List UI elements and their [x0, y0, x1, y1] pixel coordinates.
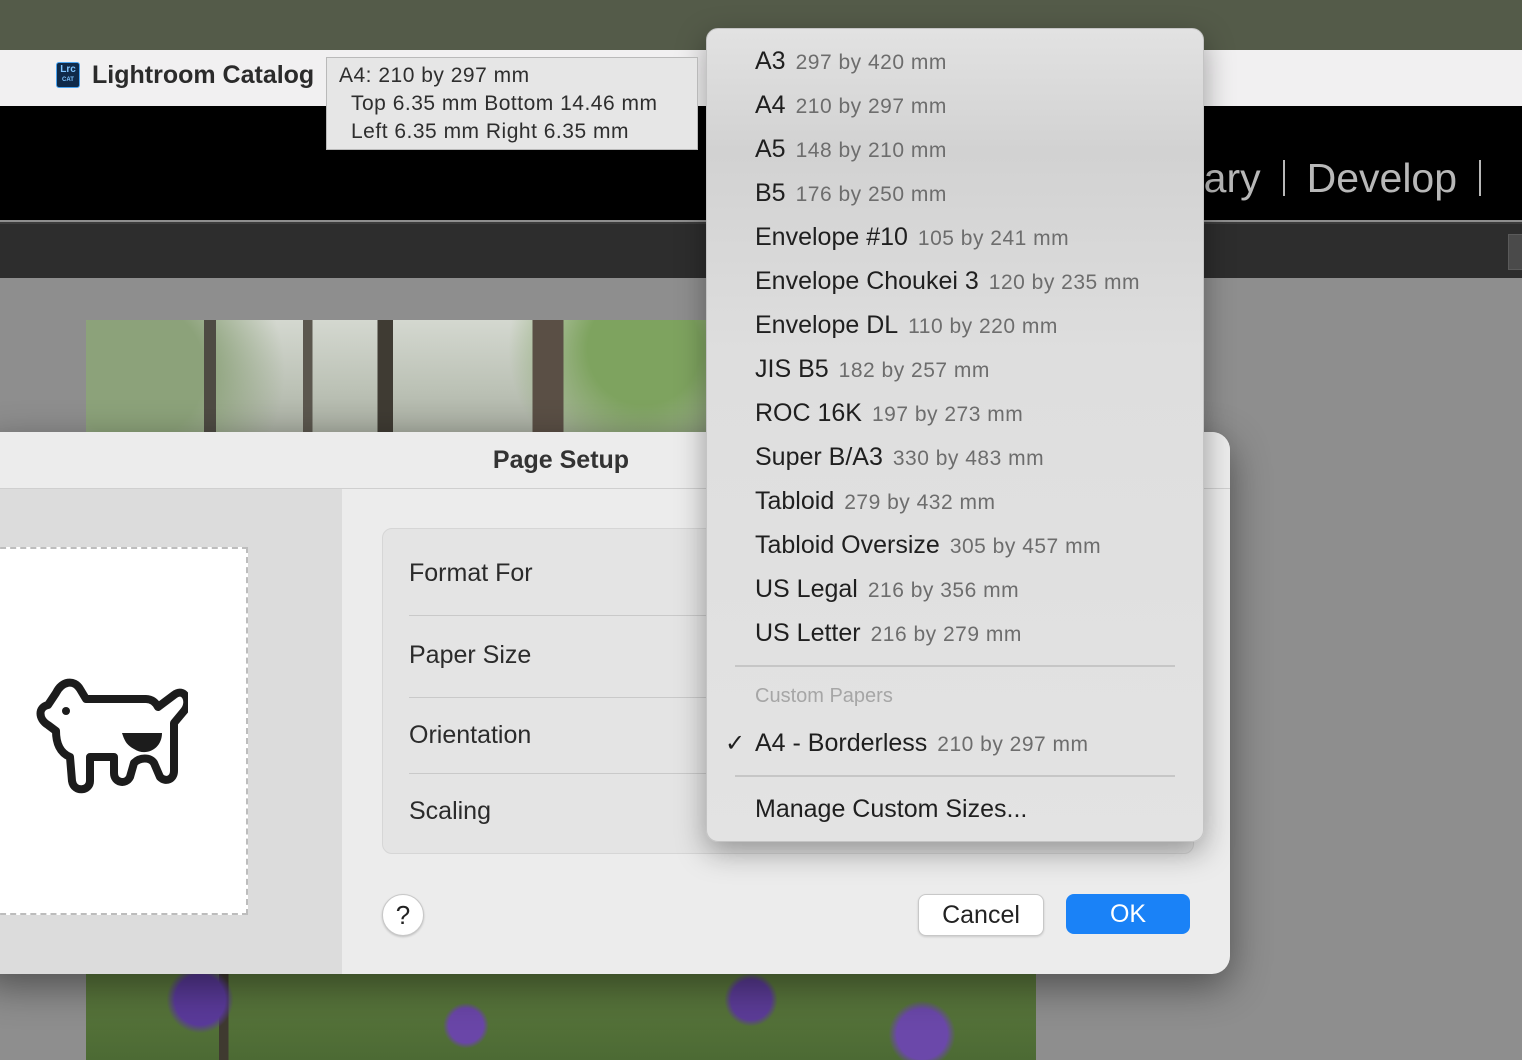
- menu-item-b5[interactable]: B5 176 by 250 mm: [755, 179, 947, 208]
- dogcow-icon: [36, 678, 188, 794]
- page-preview: [0, 547, 248, 915]
- manage-custom-sizes-item[interactable]: Manage Custom Sizes...: [755, 795, 1027, 824]
- page-preview-pane: [0, 489, 342, 974]
- photo-forest: [86, 320, 706, 434]
- divider: [409, 615, 709, 616]
- menu-item-roc-16k[interactable]: ROC 16K 197 by 273 mm: [755, 399, 1023, 428]
- menu-item-us-legal[interactable]: US Legal 216 by 356 mm: [755, 575, 1019, 604]
- module-separator: [1282, 160, 1285, 196]
- ok-button[interactable]: OK: [1066, 894, 1190, 934]
- paper-size-menu: A3 297 by 420 mm A4 210 by 297 mm A5 148 by…: [706, 28, 1204, 842]
- menu-item-tabloid-oversize[interactable]: Tabloid Oversize 305 by 457 mm: [755, 531, 1101, 560]
- menu-item-a5[interactable]: A5 148 by 210 mm: [755, 135, 947, 164]
- divider: [409, 773, 709, 774]
- divider: [409, 697, 709, 698]
- tooltip-paper: A4: 210 by 297 mm: [339, 64, 530, 87]
- lightroom-app-icon: Lrc CAT: [56, 62, 80, 88]
- checkmark-icon: ✓: [725, 730, 746, 757]
- photo-bluebells: [86, 974, 1036, 1060]
- menu-item-envelope-10[interactable]: Envelope #10 105 by 241 mm: [755, 223, 1069, 252]
- module-develop[interactable]: Develop: [1307, 155, 1457, 201]
- menu-item-envelope-choukei-3[interactable]: Envelope Choukei 3 120 by 235 mm: [755, 267, 1140, 296]
- menu-separator: [735, 665, 1175, 667]
- scaling-label: Scaling: [409, 797, 491, 825]
- paper-size-label: Paper Size: [409, 641, 532, 669]
- module-separator: [1479, 160, 1482, 196]
- help-button[interactable]: ?: [382, 894, 424, 936]
- module-picker: rary Develop: [1190, 155, 1503, 202]
- menu-item-tabloid[interactable]: Tabloid 279 by 432 mm: [755, 487, 995, 516]
- menu-item-jis-b5[interactable]: JIS B5 182 by 257 mm: [755, 355, 990, 384]
- menu-item-a4[interactable]: A4 210 by 297 mm: [755, 91, 947, 120]
- format-for-label: Format For: [409, 559, 533, 587]
- tooltip-margins-top-bottom: Top 6.35 mm Bottom 14.46 mm: [351, 92, 658, 115]
- custom-papers-header: Custom Papers: [755, 685, 893, 707]
- menu-item-envelope-dl[interactable]: Envelope DL 110 by 220 mm: [755, 311, 1058, 340]
- cancel-button[interactable]: Cancel: [918, 894, 1044, 936]
- menu-item-us-letter[interactable]: US Letter 216 by 279 mm: [755, 619, 1022, 648]
- menu-item-a3[interactable]: A3 297 by 420 mm: [755, 47, 947, 76]
- menu-item-a4-borderless[interactable]: A4 - Borderless 210 by 297 mm: [755, 729, 1089, 758]
- menu-separator: [735, 775, 1175, 777]
- toolbar-control[interactable]: [1508, 234, 1522, 270]
- paper-info-tooltip: A4: 210 by 297 mm Top 6.35 mm Bottom 14.…: [326, 57, 698, 150]
- orientation-label: Orientation: [409, 721, 532, 749]
- tooltip-margins-left-right: Left 6.35 mm Right 6.35 mm: [351, 120, 629, 143]
- window-title: Lightroom Catalog: [92, 61, 315, 89]
- menu-item-super-b-a3[interactable]: Super B/A3 330 by 483 mm: [755, 443, 1044, 472]
